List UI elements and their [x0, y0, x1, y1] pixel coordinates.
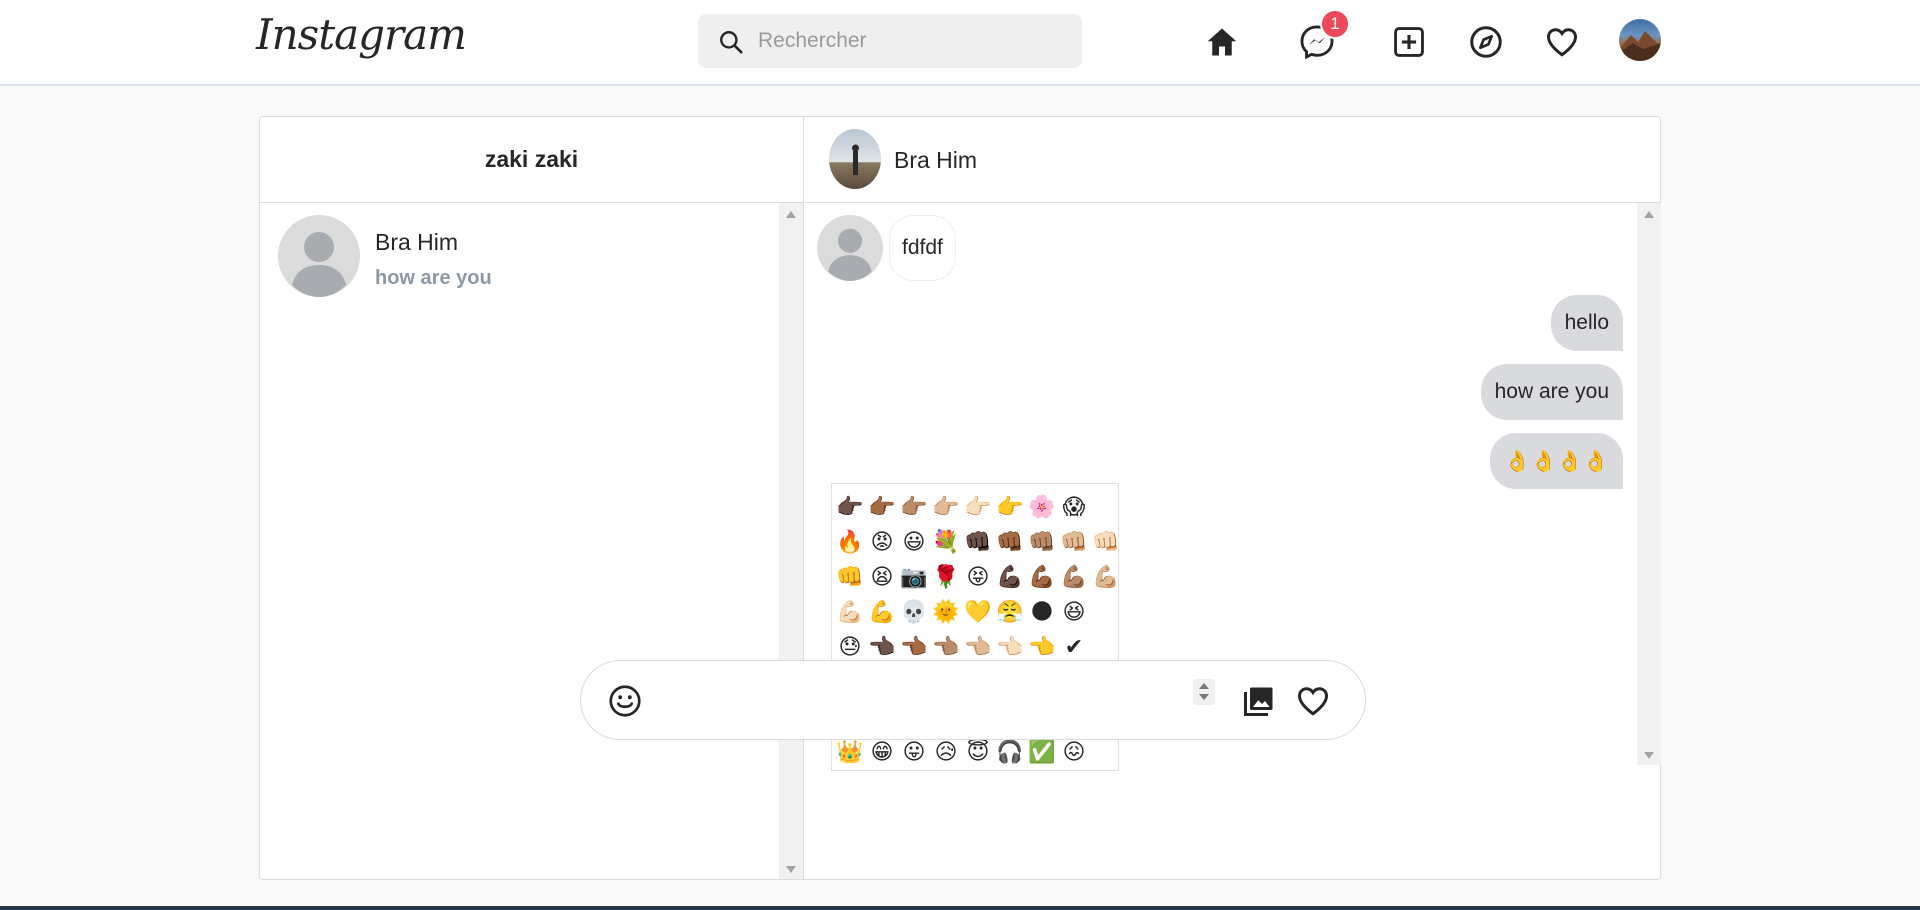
- emoji-option[interactable]: 👉🏾: [866, 490, 898, 525]
- emoji-option[interactable]: 🌞: [930, 595, 962, 630]
- scroll-up-arrow[interactable]: [1644, 211, 1654, 218]
- chat-header: Bra Him: [805, 117, 1661, 203]
- emoji-option[interactable]: 👊🏻: [1090, 525, 1122, 560]
- emoji-option[interactable]: 😥: [930, 735, 962, 770]
- emoji-option[interactable]: 😱: [1058, 490, 1090, 525]
- emoji-option[interactable]: 📷: [898, 560, 930, 595]
- emoji-option[interactable]: 😖: [1058, 735, 1090, 770]
- message-thread-scrollbar[interactable]: [1637, 203, 1661, 765]
- emoji-option[interactable]: 👊🏿: [962, 525, 994, 560]
- emoji-option[interactable]: 😤: [994, 595, 1026, 630]
- emoji-option[interactable]: 💪: [866, 595, 898, 630]
- emoji-option[interactable]: 😝: [962, 560, 994, 595]
- messages-count-badge: 1: [1320, 9, 1350, 39]
- conversation-list: Bra Him how are you: [260, 203, 804, 879]
- emoji-option[interactable]: 😛: [898, 735, 930, 770]
- message-composer: [580, 660, 1366, 740]
- emoji-option[interactable]: 😇: [962, 735, 994, 770]
- default-avatar-icon: [278, 215, 360, 297]
- taskbar-edge: [0, 906, 1920, 910]
- emoji-option[interactable]: 👉🏻: [962, 490, 994, 525]
- emoji-empty-cell: [1090, 595, 1122, 630]
- conversation-last-message: how are you: [375, 267, 492, 289]
- emoji-option[interactable]: 👉🏼: [930, 490, 962, 525]
- emoji-option[interactable]: 👊: [834, 560, 866, 595]
- top-navbar: Instagram 1: [0, 0, 1920, 86]
- home-icon[interactable]: [1202, 22, 1242, 62]
- search-icon: [720, 31, 743, 54]
- message-input[interactable]: [657, 681, 1197, 721]
- scroll-up-arrow[interactable]: [786, 211, 796, 218]
- emoji-option[interactable]: 👉: [994, 490, 1026, 525]
- image-upload-icon[interactable]: [1241, 683, 1277, 719]
- emoji-option[interactable]: 🌑: [1026, 595, 1058, 630]
- contact-avatar[interactable]: [829, 129, 881, 189]
- emoji-empty-cell: [1090, 490, 1122, 525]
- new-post-icon[interactable]: [1389, 22, 1429, 62]
- inbox-username: zaki zaki: [260, 117, 804, 203]
- instagram-logo[interactable]: Instagram: [256, 10, 467, 59]
- emoji-option[interactable]: 👊🏽: [1026, 525, 1058, 560]
- emoji-option[interactable]: 🎧: [994, 735, 1026, 770]
- emoji-option[interactable]: 👊🏾: [994, 525, 1026, 560]
- emoji-option[interactable]: 😫: [866, 560, 898, 595]
- emoji-empty-cell: [1090, 735, 1122, 770]
- emoji-option[interactable]: 💐: [930, 525, 962, 560]
- like-heart-icon[interactable]: [1295, 683, 1331, 719]
- profile-avatar[interactable]: [1619, 19, 1661, 61]
- emoji-option[interactable]: 💪🏿: [994, 560, 1026, 595]
- emoji-option[interactable]: 👑: [834, 735, 866, 770]
- emoji-option[interactable]: 💪🏼: [1090, 560, 1122, 595]
- emoji-option[interactable]: 💀: [898, 595, 930, 630]
- emoji-option[interactable]: 🌹: [930, 560, 962, 595]
- contact-name[interactable]: Bra Him: [894, 147, 977, 174]
- emoji-option[interactable]: 😆: [1058, 595, 1090, 630]
- emoji-option[interactable]: 🌸: [1026, 490, 1058, 525]
- emoji-option[interactable]: 😃: [898, 525, 930, 560]
- emoji-option[interactable]: 💪🏽: [1058, 560, 1090, 595]
- outgoing-message: hello: [1550, 295, 1623, 351]
- search-input[interactable]: [758, 14, 1068, 68]
- emoji-option[interactable]: ✅: [1026, 735, 1058, 770]
- emoji-option[interactable]: 😡: [866, 525, 898, 560]
- emoji-option[interactable]: 💛: [962, 595, 994, 630]
- conversation-item[interactable]: Bra Him how are you: [278, 215, 778, 301]
- emoji-option[interactable]: 💪🏻: [834, 595, 866, 630]
- conversation-name: Bra Him: [375, 229, 459, 255]
- scroll-down-arrow[interactable]: [1644, 752, 1654, 759]
- textarea-spinner[interactable]: [1193, 679, 1215, 705]
- search-box[interactable]: [698, 14, 1082, 68]
- emoji-option[interactable]: 👉🏿: [834, 490, 866, 525]
- scroll-down-arrow[interactable]: [786, 866, 796, 873]
- emoji-smiley-icon[interactable]: [607, 683, 643, 719]
- emoji-option[interactable]: 🔥: [834, 525, 866, 560]
- emoji-option[interactable]: 👊🏼: [1058, 525, 1090, 560]
- messages-panel: zaki zaki Bra Him how are you Bra Him fd…: [259, 116, 1661, 880]
- outgoing-message: how are you: [1480, 364, 1623, 420]
- activity-heart-icon[interactable]: [1542, 22, 1582, 62]
- emoji-option[interactable]: 💪🏾: [1026, 560, 1058, 595]
- conversation-list-scrollbar[interactable]: [779, 203, 803, 879]
- outgoing-message: 👌👌👌👌: [1490, 433, 1623, 489]
- incoming-message: fdfdf: [889, 215, 956, 281]
- emoji-option[interactable]: 😁: [866, 735, 898, 770]
- explore-icon[interactable]: [1466, 22, 1506, 62]
- sender-avatar-icon: [817, 215, 883, 281]
- emoji-option[interactable]: 👉🏽: [898, 490, 930, 525]
